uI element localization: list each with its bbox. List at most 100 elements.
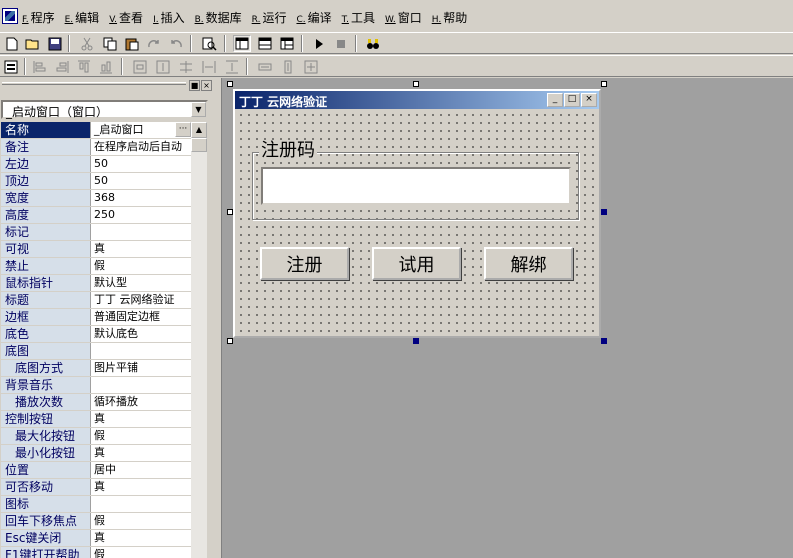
paste-icon[interactable] — [123, 35, 141, 52]
property-value[interactable]: 默认底色 — [91, 326, 191, 342]
form-client-area[interactable]: 注册码 注册 试用 解绑 — [235, 109, 599, 336]
property-value[interactable]: 默认型 — [91, 275, 191, 291]
menu-compile[interactable]: C. 编译 — [296, 9, 331, 26]
center-v-icon[interactable] — [154, 58, 172, 75]
minimize-icon[interactable]: _ — [547, 93, 563, 107]
property-value[interactable]: 假 — [91, 428, 191, 444]
property-value[interactable] — [91, 343, 191, 359]
form-titlebar[interactable]: 丁丁 云网络验证 _ □ × — [235, 91, 599, 109]
resize-handle[interactable] — [601, 338, 607, 344]
property-row[interactable]: 底图 — [1, 343, 191, 360]
ellipsis-button[interactable]: ··· — [175, 122, 191, 137]
designer-form-window[interactable]: 丁丁 云网络验证 _ □ × 注册码 注册 试用 解绑 — [233, 89, 601, 338]
find-icon[interactable] — [200, 35, 218, 52]
menu-help[interactable]: H. 帮助 — [432, 9, 468, 26]
property-row[interactable]: 边框 普通固定边框 — [1, 309, 191, 326]
property-row[interactable]: 禁止假 — [1, 258, 191, 275]
property-value[interactable]: 真 — [91, 445, 191, 461]
property-row[interactable]: 底图方式 图片平铺 — [1, 360, 191, 377]
property-value[interactable]: 假 — [91, 547, 191, 558]
object-selector[interactable]: _启动窗口（窗口） ▼ — [1, 100, 208, 119]
property-value[interactable]: 真 — [91, 241, 191, 257]
space-h-icon[interactable] — [200, 58, 218, 75]
property-row[interactable]: 最大化按钮假 — [1, 428, 191, 445]
property-row[interactable]: 可否移动真 — [1, 479, 191, 496]
property-row[interactable]: 底色 默认底色 — [1, 326, 191, 343]
layout1-icon[interactable] — [233, 35, 251, 52]
property-value[interactable]: 368 — [91, 190, 191, 206]
property-row[interactable]: 回车下移焦点假 — [1, 513, 191, 530]
property-value[interactable] — [91, 377, 191, 393]
property-row[interactable]: 标题 丁丁 云网络验证 — [1, 292, 191, 309]
same-width-icon[interactable] — [177, 58, 195, 75]
chevron-down-icon[interactable]: ▼ — [191, 102, 206, 117]
layout2-icon[interactable] — [256, 35, 274, 52]
property-value[interactable]: 普通固定边框 — [91, 309, 191, 325]
property-value[interactable]: 假 — [91, 513, 191, 529]
debug-icon[interactable] — [364, 35, 382, 52]
menu-tools[interactable]: T. 工具 — [342, 9, 375, 26]
redo-icon[interactable] — [145, 35, 163, 52]
resize-handle[interactable] — [601, 81, 607, 87]
property-row[interactable]: 控制按钮真 — [1, 411, 191, 428]
property-value[interactable]: _启动窗口 ··· — [91, 122, 191, 138]
undo-icon[interactable] — [167, 35, 185, 52]
layout3-icon[interactable] — [278, 35, 296, 52]
cut-icon[interactable] — [78, 35, 96, 52]
panel-titlebar[interactable]: ■ × — [0, 78, 214, 92]
align-left-icon[interactable] — [31, 58, 49, 75]
resize-handle[interactable] — [413, 81, 419, 87]
form-icon[interactable] — [2, 58, 20, 75]
run-icon[interactable] — [310, 35, 328, 52]
copy-icon[interactable] — [101, 35, 119, 52]
center-h-icon[interactable] — [131, 58, 149, 75]
save-icon[interactable] — [46, 35, 64, 52]
property-row[interactable]: 备注 在程序启动后自动 — [1, 139, 191, 156]
pin-icon[interactable]: ■ — [189, 80, 200, 91]
stop-icon[interactable] — [332, 35, 350, 52]
new-file-icon[interactable] — [3, 35, 21, 52]
close-icon[interactable]: × — [201, 80, 212, 91]
trial-button[interactable]: 试用 — [372, 247, 461, 280]
menu-window[interactable]: W. 窗口 — [385, 9, 422, 26]
property-value[interactable]: 在程序启动后自动 — [91, 139, 191, 155]
property-row[interactable]: 名称 _启动窗口 ··· — [1, 122, 191, 139]
space-v-icon[interactable] — [223, 58, 241, 75]
unbind-button[interactable]: 解绑 — [484, 247, 573, 280]
property-row[interactable]: 可视真 — [1, 241, 191, 258]
align-bottom-icon[interactable] — [97, 58, 115, 75]
menu-program[interactable]: F. 程序 — [22, 9, 55, 26]
panel-splitter[interactable] — [214, 78, 222, 558]
property-row[interactable]: 背景音乐 — [1, 377, 191, 394]
property-value[interactable]: 真 — [91, 411, 191, 427]
property-value[interactable]: 图片平铺 — [91, 360, 191, 376]
property-row[interactable]: Esc键关闭真 — [1, 530, 191, 547]
property-value[interactable]: 50 — [91, 156, 191, 172]
property-value[interactable] — [91, 224, 191, 240]
resize-handle[interactable] — [601, 209, 607, 215]
property-row[interactable]: 高度 250 — [1, 207, 191, 224]
open-folder-icon[interactable] — [24, 35, 42, 52]
property-value[interactable]: 50 — [91, 173, 191, 189]
resize-both-icon[interactable] — [302, 58, 320, 75]
resize-v-icon[interactable] — [279, 58, 297, 75]
property-row[interactable]: 播放次数 循环播放 — [1, 394, 191, 411]
resize-h-icon[interactable] — [256, 58, 274, 75]
scroll-up-icon[interactable]: ▲ — [191, 122, 207, 138]
resize-handle[interactable] — [227, 338, 233, 344]
app-icon[interactable] — [2, 8, 18, 24]
menu-database[interactable]: B. 数据库 — [195, 9, 242, 26]
menu-view[interactable]: V. 查看 — [109, 9, 143, 26]
property-value[interactable]: 假 — [91, 258, 191, 274]
registration-code-input[interactable] — [261, 167, 571, 205]
property-value[interactable]: 居中 — [91, 462, 191, 478]
register-button[interactable]: 注册 — [260, 247, 349, 280]
close-icon[interactable]: × — [581, 93, 597, 107]
resize-handle[interactable] — [413, 338, 419, 344]
property-value[interactable]: 丁丁 云网络验证 — [91, 292, 191, 308]
property-value[interactable]: 250 — [91, 207, 191, 223]
menu-edit[interactable]: E. 编辑 — [65, 9, 100, 26]
align-right-icon[interactable] — [53, 58, 71, 75]
property-value[interactable]: 真 — [91, 479, 191, 495]
property-row[interactable]: 图标 — [1, 496, 191, 513]
